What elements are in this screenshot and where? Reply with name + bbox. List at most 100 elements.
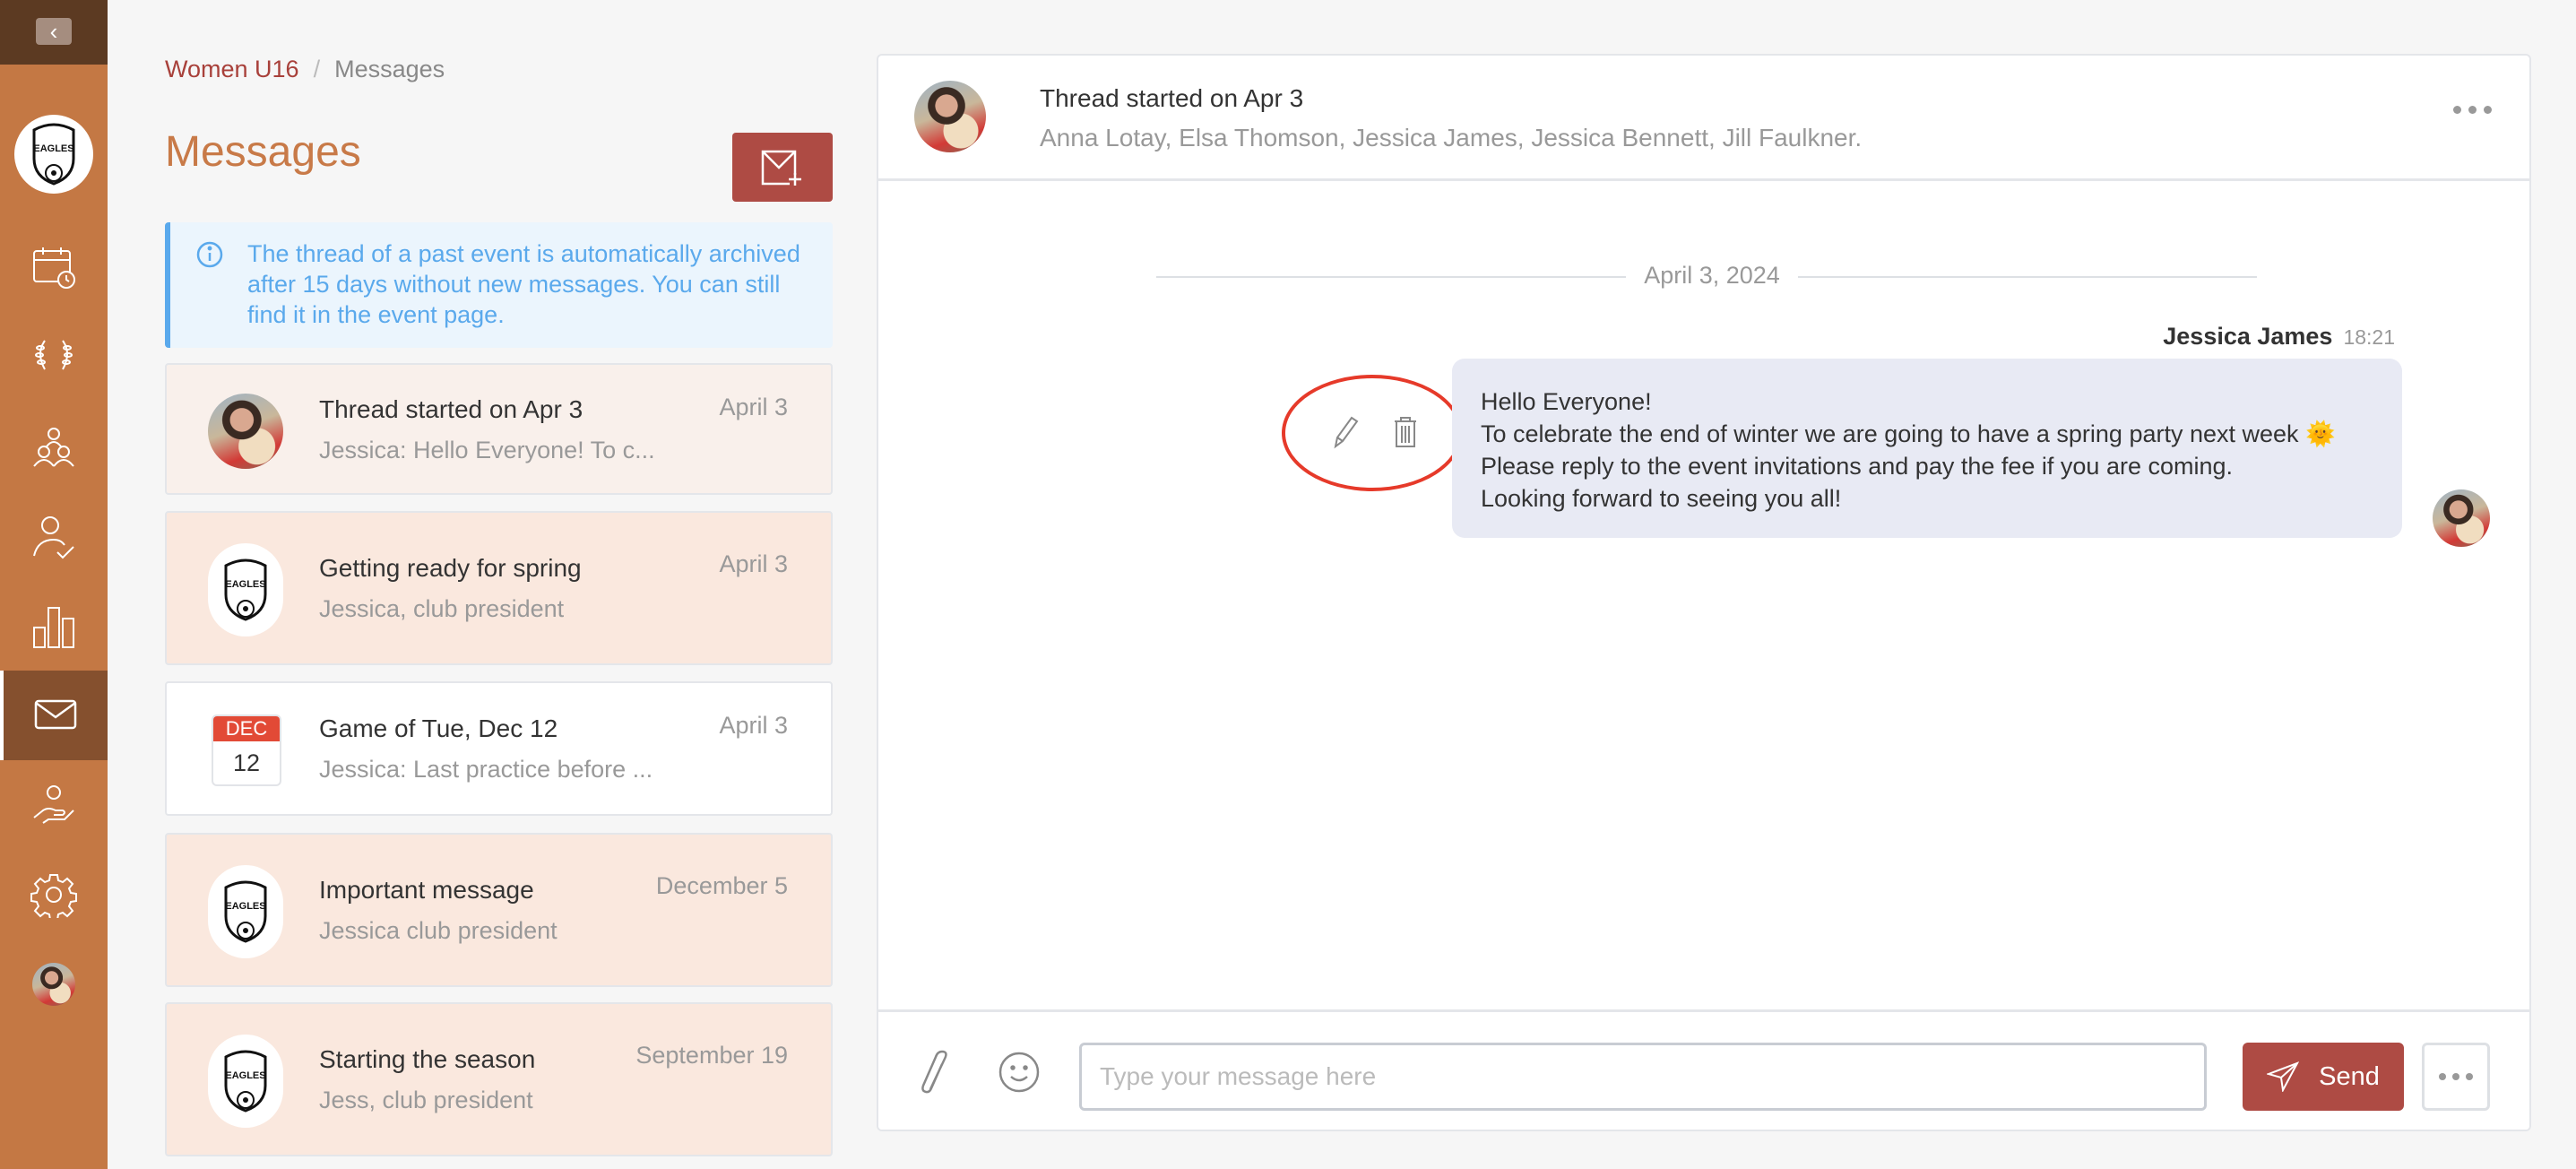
emoji-icon[interactable] [997, 1050, 1042, 1095]
svg-text:EAGLES: EAGLES [225, 1070, 265, 1081]
new-message-button[interactable] [732, 133, 833, 202]
send-button[interactable]: Send [2243, 1043, 2404, 1111]
bar-chart-icon [33, 607, 74, 648]
thread-date: December 5 [655, 872, 788, 899]
message-composer: Send [878, 1009, 2529, 1130]
message-line: Please reply to the event invitations an… [1481, 453, 2234, 480]
info-icon [196, 241, 223, 268]
conversation-participants: Anna Lotay, Elsa Thomson, Jessica James,… [1040, 124, 1863, 152]
highlight-ring [1282, 375, 1463, 491]
message-sender: Jessica James [2163, 323, 2333, 350]
conversation-panel: Thread started on Apr 3 Anna Lotay, Elsa… [877, 54, 2531, 1131]
user-avatar [32, 963, 75, 1006]
thread-date: April 3 [719, 712, 788, 739]
user-check-icon [33, 516, 74, 559]
sidebar-top: ‹ [0, 0, 108, 65]
archive-info-banner: The thread of a past event is automatica… [165, 222, 833, 348]
composer-more-button[interactable] [2422, 1043, 2490, 1111]
thread-title: Important message [319, 876, 534, 904]
sidebar-item-profile[interactable] [0, 940, 108, 1029]
eagles-badge-icon: EAGLES [32, 123, 75, 186]
thread-date: April 3 [719, 394, 788, 420]
dot-icon [2453, 106, 2461, 114]
date-divider: April 3, 2024 [878, 262, 2529, 290]
dot-icon [2468, 106, 2477, 114]
dot-icon [2452, 1073, 2459, 1080]
team-icon [33, 428, 74, 467]
delete-message-button[interactable] [1387, 412, 1423, 452]
thread-subtitle: Jessica: Last practice before ... [319, 756, 653, 783]
calendar-clock-icon [33, 247, 75, 289]
send-label: Send [2319, 1061, 2380, 1091]
sidebar-item-attendance[interactable] [0, 491, 108, 581]
thread-title: Starting the season [319, 1045, 536, 1073]
svg-text:EAGLES: EAGLES [33, 143, 73, 154]
club-logo: EAGLES [208, 865, 283, 958]
breadcrumb-team-link[interactable]: Women U16 [165, 56, 299, 82]
chevron-left-icon: ‹ [49, 18, 58, 45]
svg-text:EAGLES: EAGLES [225, 579, 265, 590]
thread-avatar [914, 81, 986, 152]
sidebar-item-teams[interactable] [0, 402, 108, 491]
sidebar-item-messages[interactable] [0, 671, 108, 760]
collapse-sidebar-button[interactable]: ‹ [36, 18, 72, 45]
mail-plus-icon [761, 150, 801, 186]
breadcrumb-separator: / [313, 56, 321, 82]
pencil-icon [1334, 416, 1359, 449]
info-text: The thread of a past event is automatica… [247, 240, 800, 328]
attach-icon[interactable] [918, 1050, 954, 1095]
svg-text:EAGLES: EAGLES [225, 901, 265, 912]
date-divider-label: April 3, 2024 [1626, 262, 1798, 289]
club-logo: EAGLES [208, 1035, 283, 1128]
sidebar-item-volunteers[interactable] [0, 760, 108, 850]
edit-message-button[interactable] [1327, 412, 1362, 452]
breadcrumb: Women U16 / Messages [165, 56, 445, 83]
thread-title: Thread started on Apr 3 [319, 394, 583, 423]
gear-icon [30, 874, 77, 918]
sidebar-item-settings[interactable] [0, 850, 108, 940]
sidebar-item-calendar[interactable] [0, 222, 108, 312]
hand-user-icon [33, 785, 74, 824]
calendar-month: DEC [213, 716, 280, 741]
eagles-badge-icon: EAGLES [224, 880, 267, 943]
eagles-badge-icon: EAGLES [224, 559, 267, 621]
thread-subtitle: Jessica: Hello Everyone! To c... [319, 436, 655, 463]
thread-avatar [208, 393, 283, 469]
thread-item[interactable]: EAGLES Important message Jessica club pres… [165, 833, 833, 987]
thread-item[interactable]: DEC 12 Game of Tue, Dec 12 Jessica: Last pr… [165, 681, 833, 816]
sidebar-item-competitions[interactable] [0, 312, 108, 402]
message-input[interactable] [1079, 1043, 2207, 1111]
mail-icon [34, 699, 77, 730]
sidebar-item-stats[interactable] [0, 581, 108, 671]
calendar-day: 12 [232, 749, 261, 776]
message-bubble: Hello Everyone! To celebrate the end of … [1452, 359, 2402, 538]
message-line: Hello Everyone! [1481, 388, 1652, 415]
conversation-title: Thread started on Apr 3 [1040, 84, 1304, 112]
message-line: Looking forward to seeing you all! [1481, 485, 1842, 512]
sidebar: ‹ EAGLES [0, 0, 108, 1169]
thread-item[interactable]: EAGLES Getting ready for spring Jessica, c… [165, 511, 833, 665]
breadcrumb-current: Messages [334, 56, 445, 82]
message-meta: Jessica James 18:21 [2163, 323, 2395, 351]
dot-icon [2439, 1073, 2446, 1080]
thread-date: April 3 [719, 550, 788, 577]
dot-icon [2484, 106, 2492, 114]
laurel-icon [35, 340, 73, 370]
calendar-icon: DEC 12 [212, 714, 281, 786]
trash-icon [1395, 417, 1416, 447]
thread-subtitle: Jessica club president [319, 917, 558, 944]
thread-date: September 19 [635, 1042, 788, 1069]
thread-subtitle: Jessica, club president [319, 595, 565, 622]
conversation-options-button[interactable] [2453, 106, 2492, 114]
message-sender-avatar [2433, 489, 2490, 547]
thread-title: Getting ready for spring [319, 554, 582, 582]
club-logo[interactable]: EAGLES [14, 115, 93, 194]
page-title: Messages [165, 128, 361, 176]
thread-item[interactable]: EAGLES Starting the season Jess, club pres… [165, 1002, 833, 1156]
dot-icon [2466, 1073, 2473, 1080]
eagles-badge-icon: EAGLES [224, 1050, 267, 1113]
thread-item[interactable]: Thread started on Apr 3 Jessica: Hello Ev… [165, 363, 833, 495]
thread-title: Game of Tue, Dec 12 [319, 714, 558, 742]
club-logo: EAGLES [208, 543, 283, 636]
thread-subtitle: Jess, club president [319, 1087, 533, 1113]
